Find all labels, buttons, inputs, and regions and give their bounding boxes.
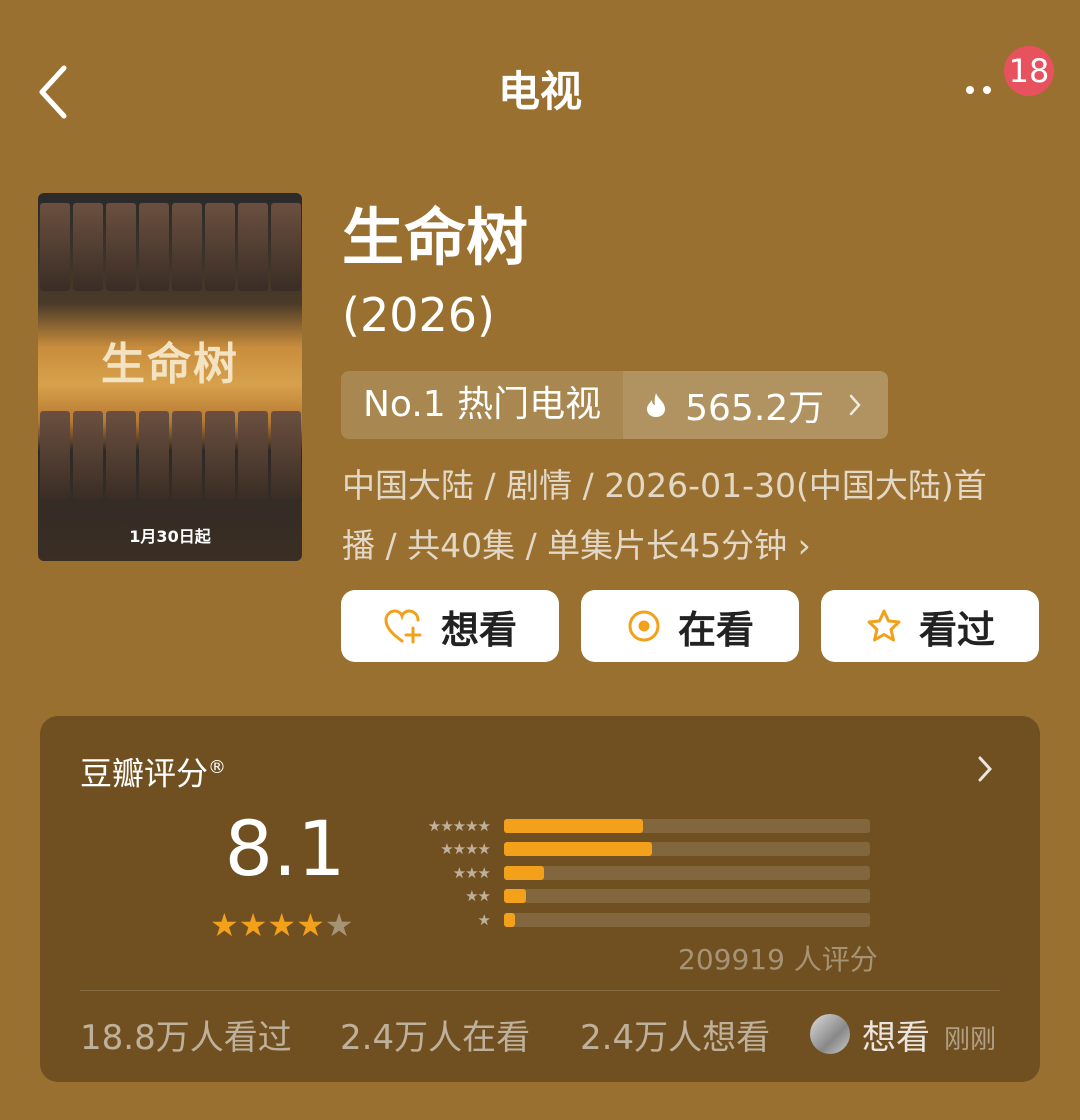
distribution-fill xyxy=(504,865,545,880)
divider xyxy=(80,990,1000,991)
distribution-track xyxy=(504,842,870,857)
subject-year: (2026) xyxy=(342,288,495,342)
chevron-right-icon[interactable] xyxy=(976,754,994,784)
distribution-track xyxy=(504,912,870,927)
friend-status: 想看 xyxy=(862,1018,930,1058)
hot-value-chip[interactable]: 565.2万 xyxy=(623,371,889,439)
poster-title: 生命树 xyxy=(101,339,239,390)
watching-button[interactable]: 在看 xyxy=(581,590,799,662)
subject-title: 生命树 xyxy=(342,201,529,274)
star-outline-icon xyxy=(867,609,901,642)
distribution-star-label: ★★★ xyxy=(452,863,491,882)
distribution-row: ★★★ xyxy=(396,861,876,885)
chevron-right-icon xyxy=(849,394,861,416)
rating-stars: ★★★★★ xyxy=(210,906,353,944)
distribution-fill xyxy=(504,842,653,857)
wants-count[interactable]: 2.4万人想看 xyxy=(580,1014,770,1062)
rating-distribution: ★★★★★ ★★★★ ★★★ ★★ ★ xyxy=(396,814,876,932)
watching-label: 在看 xyxy=(677,607,754,652)
watched-count[interactable]: 18.8万人看过 xyxy=(80,1014,292,1062)
poster-date: 1月30日起 xyxy=(129,527,211,546)
want-to-watch-button[interactable]: 想看 xyxy=(341,590,559,662)
rating-score: 8.1 xyxy=(224,804,346,893)
page-title: 电视 xyxy=(497,67,582,116)
distribution-track xyxy=(504,889,870,904)
poster-cast-row-bottom xyxy=(38,411,302,499)
want-label: 想看 xyxy=(440,607,517,652)
rating-card[interactable]: 豆瓣评分® 8.1 ★★★★★ ★★★★★ ★★★★ ★★★ ★★ ★ 209919 人… xyxy=(40,716,1040,1082)
distribution-star-label: ★ xyxy=(477,910,491,929)
meta-line-2: 播 / 共40集 / 单集片长45分钟 › xyxy=(342,526,811,565)
poster-image[interactable]: 生命树 1月30日起 xyxy=(38,193,302,561)
distribution-track xyxy=(504,865,870,880)
stars-filled: ★★★★ xyxy=(210,906,325,944)
registered-mark: ® xyxy=(208,757,227,778)
meta-line-1: 中国大陆 / 剧情 / 2026-01-30(中国大陆)首 xyxy=(342,466,987,505)
notification-badge: 18 xyxy=(1004,46,1054,96)
distribution-row: ★ xyxy=(396,908,876,932)
friend-time: 刚刚 xyxy=(944,1025,997,1055)
stars-empty: ★ xyxy=(324,906,354,944)
rating-label: 豆瓣评分 xyxy=(80,754,209,793)
distribution-row: ★★★★★ xyxy=(396,814,876,838)
rating-title: 豆瓣评分® xyxy=(80,746,226,796)
heart-plus-icon xyxy=(384,609,422,644)
more-menu-icon[interactable] xyxy=(966,78,1006,102)
distribution-star-label: ★★ xyxy=(465,887,491,906)
distribution-fill xyxy=(504,818,644,833)
subject-meta[interactable]: 中国大陆 / 剧情 / 2026-01-30(中国大陆)首 播 / 共40集 /… xyxy=(342,456,1042,576)
hot-value: 565.2万 xyxy=(685,388,825,429)
watching-count[interactable]: 2.4万人在看 xyxy=(340,1014,530,1062)
avatar[interactable] xyxy=(810,1014,850,1054)
distribution-row: ★★ xyxy=(396,885,876,909)
rank-label: No.1 热门电视 xyxy=(363,384,602,425)
watched-button[interactable]: 看过 xyxy=(821,590,1039,662)
distribution-star-label: ★★★★★ xyxy=(427,816,491,835)
watched-label: 看过 xyxy=(918,607,995,652)
flame-icon xyxy=(647,393,666,417)
target-icon xyxy=(628,610,660,642)
distribution-fill xyxy=(504,912,515,927)
ranking-chip[interactable]: No.1 热门电视 565.2万 xyxy=(341,371,889,439)
distribution-row: ★★★★ xyxy=(396,838,876,862)
distribution-star-label: ★★★★ xyxy=(440,840,491,859)
poster-cast-row-top xyxy=(38,203,302,291)
distribution-fill xyxy=(504,889,526,904)
distribution-track xyxy=(504,818,870,833)
vote-count[interactable]: 209919 人评分 xyxy=(678,940,878,980)
